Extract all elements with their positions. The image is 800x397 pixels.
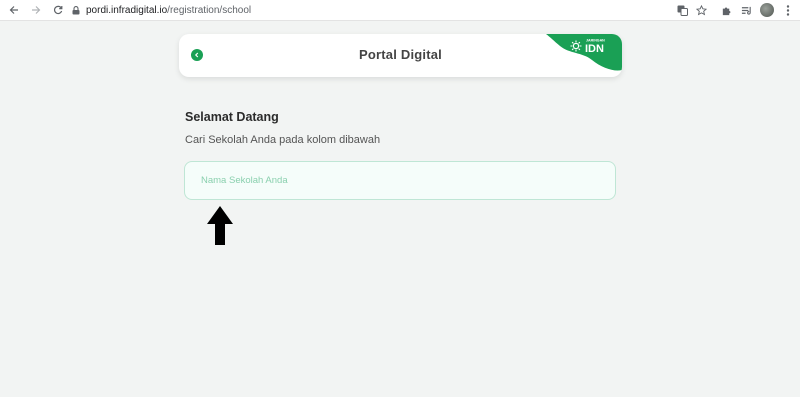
annotation-up-arrow-icon — [207, 206, 233, 245]
reload-icon[interactable] — [50, 2, 66, 18]
browser-toolbar: pordi.infradigital.io/registration/schoo… — [0, 0, 800, 21]
forward-arrow-icon[interactable] — [28, 2, 44, 18]
app-header: Portal Digital JARINGAN IDN — [179, 34, 622, 77]
address-bar[interactable]: pordi.infradigital.io/registration/schoo… — [70, 2, 670, 18]
lock-icon — [72, 5, 80, 14]
translate-icon[interactable] — [675, 3, 689, 17]
brand-small-text: JARINGAN — [586, 39, 605, 43]
url-text: pordi.infradigital.io/registration/schoo… — [86, 5, 251, 16]
extensions-icon[interactable] — [719, 3, 733, 17]
school-search-input[interactable] — [184, 161, 616, 200]
url-path: /registration/school — [167, 4, 252, 16]
url-domain: pordi.infradigital.io — [86, 4, 168, 16]
welcome-subtitle: Cari Sekolah Anda pada kolom dibawah — [185, 134, 381, 146]
welcome-heading: Selamat Datang — [185, 110, 279, 124]
reading-list-icon[interactable] — [739, 3, 753, 17]
star-icon[interactable] — [694, 3, 708, 17]
back-arrow-icon[interactable] — [6, 2, 22, 18]
idn-brand-logo: JARINGAN IDN — [546, 34, 622, 71]
menu-dots-icon[interactable] — [781, 3, 795, 17]
brand-large-text: IDN — [585, 43, 604, 55]
profile-avatar[interactable] — [760, 3, 774, 17]
